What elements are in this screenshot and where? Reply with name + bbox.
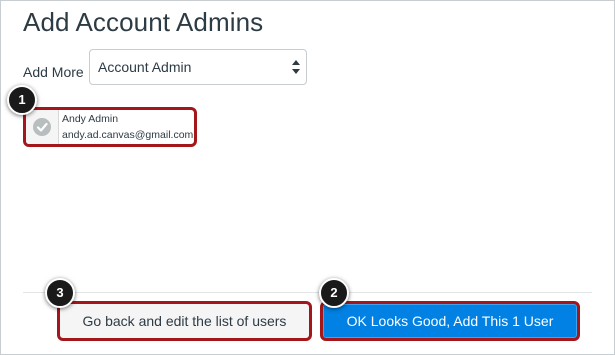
sort-arrows-icon	[292, 60, 300, 74]
go-back-button[interactable]: Go back and edit the list of users	[57, 301, 312, 341]
user-email: andy.ad.canvas@gmail.com	[62, 129, 194, 141]
user-card[interactable]: Andy Admin andy.ad.canvas@gmail.com	[23, 107, 197, 147]
confirm-add-button[interactable]: OK Looks Good, Add This 1 User	[320, 301, 580, 341]
check-circle-icon	[33, 118, 51, 136]
user-check-column[interactable]	[26, 110, 59, 144]
callout-badge-2: 2	[319, 278, 349, 308]
role-select[interactable]: Account Admin	[89, 49, 307, 85]
user-name: Andy Admin	[62, 113, 119, 125]
callout-badge-1: 1	[7, 85, 37, 115]
add-more-label: Add More	[23, 64, 84, 80]
role-select-value: Account Admin	[98, 59, 192, 75]
checkmark-icon	[36, 122, 48, 132]
add-admins-dialog: Add Account Admins Add More Account Admi…	[0, 0, 615, 355]
callout-badge-3: 3	[45, 278, 75, 308]
footer-divider	[23, 292, 592, 293]
page-title: Add Account Admins	[23, 7, 264, 37]
